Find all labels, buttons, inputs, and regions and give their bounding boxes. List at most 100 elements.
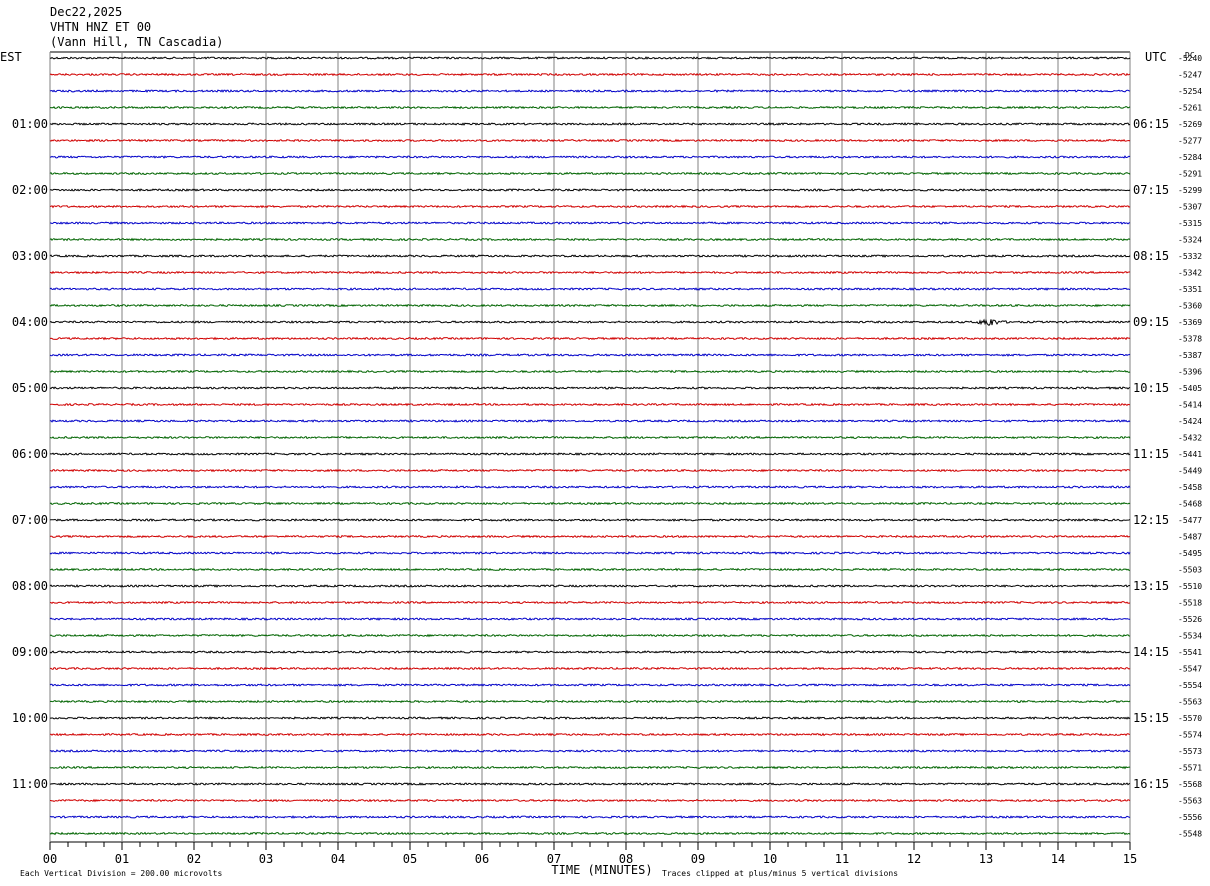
dc-offset-label: -5534: [1178, 632, 1202, 641]
dc-offset-label: -5315: [1178, 219, 1202, 228]
x-tick-label: 04: [331, 852, 345, 866]
trace-17: [49, 336, 1131, 341]
dc-offset-label: -5568: [1178, 780, 1202, 789]
trace-11: [49, 237, 1131, 242]
left-hour-label: 03:00: [12, 249, 48, 263]
x-axis-title: TIME (MINUTES): [551, 863, 652, 877]
clipping-note: Traces clipped at plus/minus 5 vertical …: [662, 869, 898, 878]
dc-offset-label: -5547: [1178, 665, 1202, 674]
dc-offset-label: -5387: [1178, 351, 1202, 360]
trace-44: [49, 782, 1131, 786]
trace-37: [49, 666, 1131, 671]
dc-offset-label: -5299: [1178, 186, 1202, 195]
dc-offset-label: -5468: [1178, 500, 1202, 509]
x-tick-label: 12: [907, 852, 921, 866]
dc-offset-label: -5573: [1178, 747, 1202, 756]
trace-9: [49, 204, 1131, 209]
right-hour-label: 12:15: [1133, 513, 1169, 527]
trace-0: [49, 56, 1131, 60]
dc-offset-label: -5254: [1178, 87, 1202, 96]
left-hour-label: 02:00: [12, 183, 48, 197]
x-tick-label: 05: [403, 852, 417, 866]
dc-offset-label: -5351: [1178, 285, 1202, 294]
vertical-division-note: Each Vertical Division = 200.00 microvol…: [20, 869, 222, 878]
left-hour-label: 10:00: [12, 711, 48, 725]
axis-labels: EST UTC DC01:0002:0003:0004:0005:0006:0007…: [0, 50, 1202, 878]
dc-offset-label: -5261: [1178, 104, 1202, 113]
trace-1: [49, 72, 1131, 77]
trace-14: [49, 287, 1131, 291]
dc-offset-label: -5554: [1178, 681, 1202, 690]
minute-gridlines: [49, 51, 1131, 843]
trace-8: [49, 188, 1131, 192]
dc-offset-label: -5563: [1178, 698, 1202, 707]
dc-offset-label: -5405: [1178, 384, 1202, 393]
trace-43: [49, 765, 1131, 770]
trace-25: [49, 468, 1131, 473]
x-tick-label: 00: [43, 852, 57, 866]
dc-offset-label: -5342: [1178, 269, 1202, 278]
trace-38: [49, 683, 1131, 687]
trace-21: [49, 402, 1131, 407]
trace-42: [49, 749, 1131, 753]
dc-offset-label: -5414: [1178, 401, 1202, 410]
dc-offset-label: -5449: [1178, 467, 1202, 476]
dc-offset-label: -5432: [1178, 434, 1202, 443]
trace-46: [49, 815, 1131, 819]
dc-offset-label: -5563: [1178, 797, 1202, 806]
trace-34: [49, 617, 1131, 621]
dc-offset-label: -5495: [1178, 549, 1202, 558]
dc-offset-label: -5571: [1178, 764, 1202, 773]
right-hour-label: 10:15: [1133, 381, 1169, 395]
trace-12: [49, 254, 1131, 258]
x-tick-label: 01: [115, 852, 129, 866]
dc-offset-label: -5324: [1178, 236, 1202, 245]
left-hour-label: 11:00: [12, 777, 48, 791]
trace-41: [49, 732, 1131, 737]
trace-20: [49, 386, 1131, 390]
dc-offset-label: -5247: [1178, 71, 1202, 80]
x-tick-label: 09: [691, 852, 705, 866]
trace-27: [49, 501, 1131, 506]
trace-36: [49, 650, 1131, 654]
x-tick-label: 03: [259, 852, 273, 866]
dc-offset-label: -5378: [1178, 335, 1202, 344]
trace-29: [49, 534, 1131, 539]
trace-45: [50, 798, 1131, 803]
dc-offset-label: -5360: [1178, 302, 1202, 311]
dc-offset-label: -5518: [1178, 599, 1202, 608]
dc-offset-label: -5477: [1178, 516, 1202, 525]
trace-35: [49, 633, 1131, 638]
dc-offset-label: -5526: [1178, 615, 1202, 624]
trace-22: [49, 419, 1131, 423]
dc-offset-label: -5541: [1178, 648, 1202, 657]
right-hour-label: 09:15: [1133, 315, 1169, 329]
dc-offset-label: -5458: [1178, 483, 1202, 492]
dc-offset-label: -5332: [1178, 252, 1202, 261]
dc-offset-label: -5510: [1178, 582, 1202, 591]
trace-10: [50, 221, 1131, 225]
right-hour-label: 16:15: [1133, 777, 1169, 791]
left-hour-label: 01:00: [12, 117, 48, 131]
trace-3: [49, 105, 1131, 110]
left-hour-label: 08:00: [12, 579, 48, 593]
trace-5: [49, 138, 1131, 143]
seismogram-plot: EST UTC DC01:0002:0003:0004:0005:0006:0007…: [0, 50, 1202, 878]
left-hour-label: 04:00: [12, 315, 48, 329]
dc-offset-label: -5269: [1178, 120, 1202, 129]
left-hour-label: 09:00: [12, 645, 48, 659]
left-hour-label: 05:00: [12, 381, 48, 395]
dc-offset-label: -5548: [1178, 830, 1202, 839]
dc-offset-label: -5503: [1178, 566, 1202, 575]
left-timezone-label: EST: [0, 50, 22, 64]
dc-offset-label: -5277: [1178, 137, 1202, 146]
left-hour-label: 06:00: [12, 447, 48, 461]
seismogram-traces: [49, 56, 1131, 836]
trace-32: [49, 584, 1131, 588]
dc-offset-label: -5291: [1178, 170, 1202, 179]
trace-18: [49, 353, 1131, 357]
dc-offset-label: -5396: [1178, 368, 1202, 377]
trace-15: [49, 303, 1131, 308]
dc-offset-label: -5556: [1178, 813, 1202, 822]
trace-40: [49, 716, 1131, 720]
